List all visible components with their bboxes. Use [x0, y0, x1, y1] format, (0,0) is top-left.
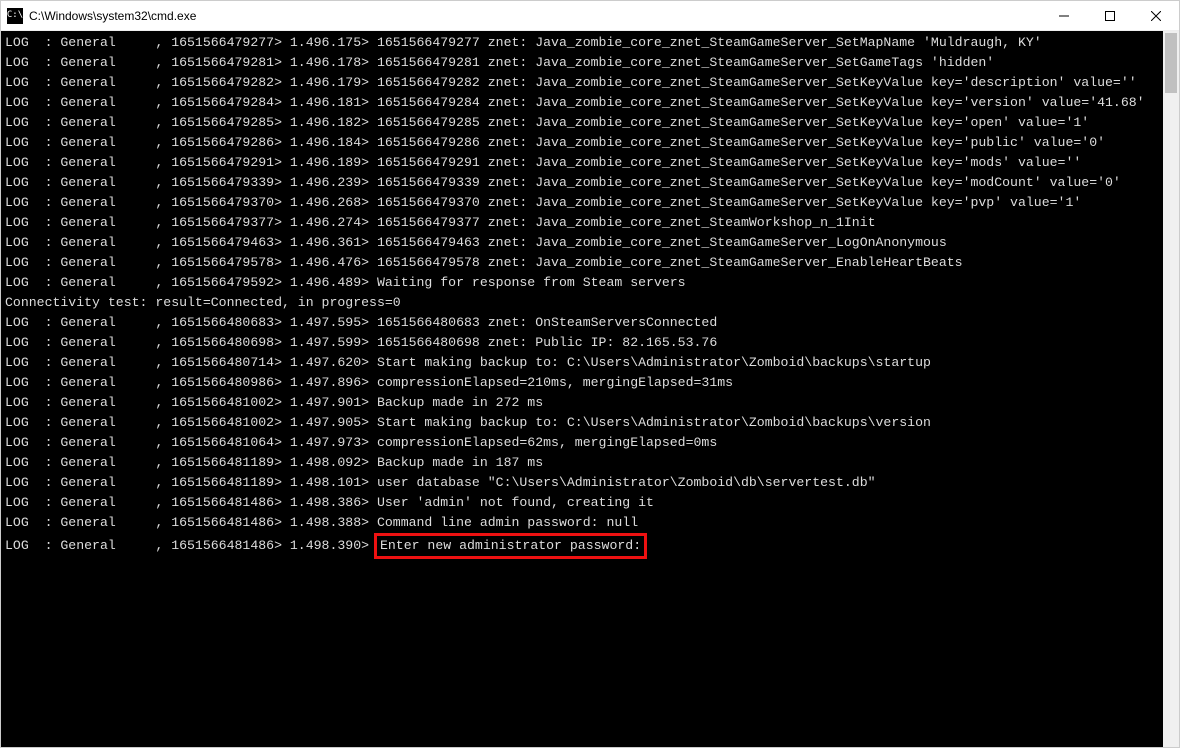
log-line: LOG : General , 1651566479284> 1.496.181… [5, 93, 1159, 113]
window-controls [1041, 1, 1179, 30]
log-line: LOG : General , 1651566480683> 1.497.595… [5, 313, 1159, 333]
console-output[interactable]: LOG : General , 1651566479277> 1.496.175… [1, 31, 1163, 747]
log-line: LOG : General , 1651566479377> 1.496.274… [5, 213, 1159, 233]
log-line: LOG : General , 1651566480698> 1.497.599… [5, 333, 1159, 353]
cmd-icon: C:\ [7, 8, 23, 24]
log-line: LOG : General , 1651566480986> 1.497.896… [5, 373, 1159, 393]
titlebar[interactable]: C:\ C:\Windows\system32\cmd.exe [1, 1, 1179, 31]
cmd-window: C:\ C:\Windows\system32\cmd.exe LOG : Ge… [0, 0, 1180, 748]
log-line: LOG : General , 1651566481189> 1.498.101… [5, 473, 1159, 493]
log-line: LOG : General , 1651566479282> 1.496.179… [5, 73, 1159, 93]
log-line: LOG : General , 1651566479286> 1.496.184… [5, 133, 1159, 153]
log-line: LOG : General , 1651566479291> 1.496.189… [5, 153, 1159, 173]
log-line: LOG : General , 1651566479592> 1.496.489… [5, 273, 1159, 293]
log-line: LOG : General , 1651566481486> 1.498.386… [5, 493, 1159, 513]
password-prompt-highlight: Enter new administrator password: [374, 533, 647, 559]
log-line: LOG : General , 1651566481064> 1.497.973… [5, 433, 1159, 453]
log-line: LOG : General , 1651566479578> 1.496.476… [5, 253, 1159, 273]
scrollbar-thumb[interactable] [1165, 33, 1177, 93]
log-line: LOG : General , 1651566480714> 1.497.620… [5, 353, 1159, 373]
log-line: Connectivity test: result=Connected, in … [5, 293, 1159, 313]
close-button[interactable] [1133, 1, 1179, 30]
scrollbar[interactable] [1163, 31, 1179, 747]
maximize-button[interactable] [1087, 1, 1133, 30]
log-line: LOG : General , 1651566479277> 1.496.175… [5, 33, 1159, 53]
log-line: LOG : General , 1651566481486> 1.498.390… [5, 533, 1159, 559]
log-line: LOG : General , 1651566479463> 1.496.361… [5, 233, 1159, 253]
log-line: LOG : General , 1651566481189> 1.498.092… [5, 453, 1159, 473]
minimize-button[interactable] [1041, 1, 1087, 30]
log-line: LOG : General , 1651566481486> 1.498.388… [5, 513, 1159, 533]
log-line: LOG : General , 1651566479285> 1.496.182… [5, 113, 1159, 133]
log-line: LOG : General , 1651566481002> 1.497.905… [5, 413, 1159, 433]
log-line: LOG : General , 1651566479370> 1.496.268… [5, 193, 1159, 213]
log-line: LOG : General , 1651566479281> 1.496.178… [5, 53, 1159, 73]
console-area: LOG : General , 1651566479277> 1.496.175… [1, 31, 1179, 747]
log-line: LOG : General , 1651566481002> 1.497.901… [5, 393, 1159, 413]
window-title: C:\Windows\system32\cmd.exe [29, 9, 196, 23]
log-line: LOG : General , 1651566479339> 1.496.239… [5, 173, 1159, 193]
